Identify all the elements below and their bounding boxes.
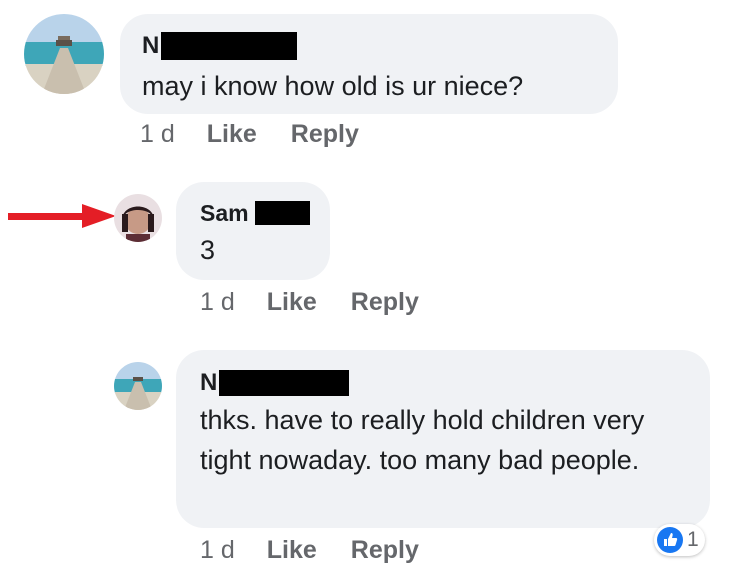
comment-actions: 1 d Like Reply xyxy=(200,536,419,565)
reaction-count: 1 xyxy=(687,528,699,551)
reply-button[interactable]: Reply xyxy=(291,120,359,149)
like-button[interactable]: Like xyxy=(267,536,317,565)
comment-text: may i know how old is ur niece? xyxy=(142,71,524,101)
comment-bubble: N may i know how old is ur niece? xyxy=(120,14,618,114)
comment-bubble: N thks. have to really hold children ver… xyxy=(176,350,710,528)
comment-bubble: Sam 3 xyxy=(176,182,330,280)
reaction-badge[interactable]: 1 xyxy=(654,524,705,556)
comment-actions: 1 d Like Reply xyxy=(140,120,359,149)
comment-timestamp[interactable]: 1 d xyxy=(200,288,235,317)
comment-author[interactable]: N xyxy=(200,369,217,397)
comment-text: 3 xyxy=(200,235,216,265)
comment-timestamp[interactable]: 1 d xyxy=(140,120,175,149)
reply-button[interactable]: Reply xyxy=(351,288,419,317)
profile-photo xyxy=(114,194,162,242)
comment-author[interactable]: Sam xyxy=(200,200,249,227)
comment-timestamp[interactable]: 1 d xyxy=(200,536,235,565)
beach-pier-image xyxy=(24,14,104,94)
reply-button[interactable]: Reply xyxy=(351,536,419,565)
redaction-bar xyxy=(254,201,310,225)
comment-author[interactable]: N xyxy=(142,32,159,60)
like-button[interactable]: Like xyxy=(207,120,257,149)
comment-actions: 1 d Like Reply xyxy=(200,288,419,317)
beach-pier-image xyxy=(114,362,162,410)
avatar-commenter-n[interactable] xyxy=(24,14,104,94)
comment-text: thks. have to really hold children very … xyxy=(200,405,645,475)
like-button[interactable]: Like xyxy=(267,288,317,317)
like-reaction-icon xyxy=(657,527,683,553)
avatar-commenter-sam[interactable] xyxy=(114,194,162,242)
redaction-bar xyxy=(161,32,298,60)
avatar-commenter-n[interactable] xyxy=(114,362,162,410)
redaction-bar xyxy=(219,370,350,396)
arrow-icon xyxy=(8,204,116,228)
